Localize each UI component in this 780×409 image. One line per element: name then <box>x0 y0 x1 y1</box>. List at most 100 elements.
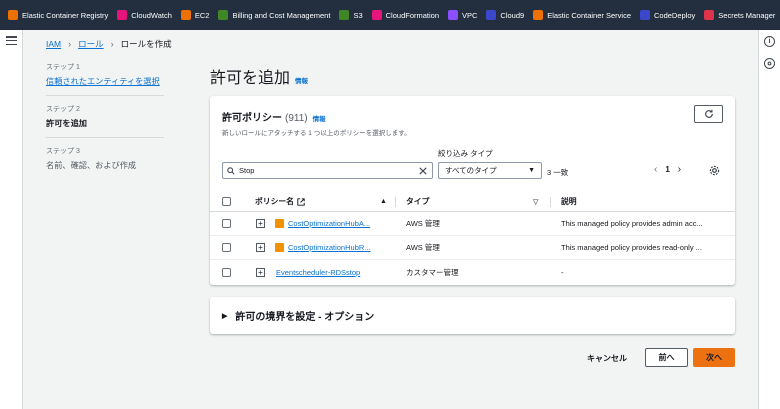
favorite-s3[interactable]: S3 <box>339 10 363 20</box>
left-rail <box>0 30 23 409</box>
step-number: ステップ 2 <box>46 106 80 113</box>
chevron-right-icon: › <box>110 39 114 49</box>
gear-icon[interactable] <box>709 165 720 178</box>
step-number: ステップ 3 <box>46 148 80 155</box>
permissions-boundary-expander[interactable]: ▶ 許可の境界を設定 - オプション <box>210 297 735 334</box>
favorite-cloudformation[interactable]: CloudFormation <box>371 10 439 20</box>
policy-count: (911) <box>285 113 308 124</box>
policies-table: ポリシー名 ▲ タイプ ▽ 説明 + CostOptimizationHubA.… <box>210 192 735 284</box>
codedeploy-icon <box>640 10 650 20</box>
favorite-label: Cloud9 <box>500 10 525 20</box>
favorite-label: Billing and Cost Management <box>232 10 331 20</box>
policy-description: This managed policy provides read-only .… <box>561 243 702 252</box>
sort-ascending-icon[interactable]: ▲ <box>380 198 387 205</box>
breadcrumb: IAM › ロール › ロールを作成 <box>46 38 172 50</box>
expand-icon[interactable]: + <box>256 219 265 228</box>
policy-type: AWS 管理 <box>406 219 440 228</box>
clear-icon[interactable] <box>417 165 429 177</box>
favorite-cloud9[interactable]: Cloud9 <box>486 10 524 20</box>
favorite-label: Elastic Container Registry <box>22 10 109 20</box>
refresh-icon <box>704 109 713 118</box>
vpc-icon <box>448 10 458 20</box>
match-count: 3 一致 <box>547 168 569 177</box>
info-link[interactable]: 情報 <box>295 75 308 85</box>
favorites-bar: Elastic Container Registry CloudWatch EC2 B… <box>0 0 780 30</box>
step-link-trusted-entity[interactable]: 信頼されたエンティティを選択 <box>46 75 164 87</box>
policy-type: AWS 管理 <box>406 243 440 252</box>
policy-name-link[interactable]: CostOptimizationHubR... <box>288 243 371 252</box>
cloudformation-icon <box>371 10 382 20</box>
current-page[interactable]: 1 <box>665 165 669 174</box>
breadcrumb-iam[interactable]: IAM <box>46 39 61 49</box>
policy-search-field[interactable] <box>222 162 433 179</box>
expand-icon[interactable]: + <box>256 267 265 277</box>
panel-description: 新しいロールにアタッチする 1 つ以上のポリシーを選択します。 <box>222 130 411 137</box>
search-input[interactable] <box>239 166 417 175</box>
step-label: 名前、確認、および作成 <box>46 161 137 170</box>
page-title: 許可を追加 情報 <box>210 64 308 88</box>
favorite-cloudwatch[interactable]: CloudWatch <box>117 10 172 20</box>
wizard-steps: ステップ 1 信頼されたエンティティを選択 ステップ 2 許可を追加 ステップ … <box>46 62 164 187</box>
favorite-ecs[interactable]: Elastic Container Service <box>533 10 631 20</box>
cancel-button[interactable]: キャンセル <box>581 349 633 367</box>
policy-name-link[interactable]: CostOptimizationHubA... <box>288 219 370 228</box>
filter-type-label: 絞り込み タイプ <box>438 149 493 158</box>
step-number: ステップ 1 <box>46 64 80 71</box>
previous-button[interactable]: 前へ <box>645 348 688 367</box>
select-all-checkbox[interactable] <box>222 197 231 206</box>
policy-name-link[interactable]: Eventscheduler-RDSstop <box>276 268 360 277</box>
panel-title: 許可ポリシー (911) 情報 <box>222 109 326 124</box>
favorite-ec2[interactable]: EC2 <box>180 10 210 20</box>
column-header-name-label: ポリシー名 <box>255 197 294 206</box>
external-link-icon <box>297 197 305 206</box>
ec2-icon <box>180 10 191 20</box>
permissions-policies-panel: 許可ポリシー (911) 情報 新しいロールにアタッチする 1 つ以上のポリシー… <box>210 96 735 285</box>
column-divider <box>395 196 396 207</box>
secrets-manager-icon <box>704 10 715 20</box>
info-panel-icon[interactable]: i <box>764 36 775 47</box>
panel-title-text: 許可ポリシー <box>222 113 282 124</box>
policy-description: This managed policy provides admin acc..… <box>561 219 703 228</box>
breadcrumb-roles[interactable]: ロール <box>78 38 104 50</box>
next-page-icon[interactable]: › <box>678 164 681 175</box>
pagination: ‹ 1 › <box>654 164 681 175</box>
column-header-description[interactable]: 説明 <box>561 196 577 207</box>
sort-icon[interactable]: ▽ <box>533 198 538 206</box>
aws-managed-icon <box>275 243 284 252</box>
settings-panel-icon[interactable] <box>764 58 775 69</box>
filter-type-value: すべてのタイプ <box>445 166 497 175</box>
favorite-label: VPC <box>462 10 478 20</box>
favorite-vpc[interactable]: VPC <box>448 10 477 20</box>
expand-icon[interactable]: + <box>256 243 265 252</box>
column-header-type[interactable]: タイプ <box>406 196 429 207</box>
next-button[interactable]: 次へ <box>693 348 735 367</box>
row-checkbox[interactable] <box>222 267 231 277</box>
menu-icon[interactable] <box>6 36 17 45</box>
favorite-secrets-manager[interactable]: Secrets Manager <box>704 10 775 20</box>
favorite-billing[interactable]: Billing and Cost Management <box>218 10 330 20</box>
favorite-label: CodeDeploy <box>654 10 696 20</box>
row-checkbox[interactable] <box>222 243 231 252</box>
row-checkbox[interactable] <box>222 219 231 228</box>
policy-description: - <box>561 267 564 277</box>
favorite-label: CloudWatch <box>131 10 172 20</box>
column-divider <box>550 196 551 207</box>
favorite-label: Secrets Manager <box>718 10 776 20</box>
favorite-codedeploy[interactable]: CodeDeploy <box>640 10 695 20</box>
table-row: + Eventscheduler-RDSstop カスタマー管理 - <box>210 260 735 284</box>
filter-type-select[interactable]: すべてのタイプ ▼ <box>438 162 542 179</box>
favorite-label: S3 <box>353 10 363 20</box>
step-1: ステップ 1 信頼されたエンティティを選択 <box>46 62 164 96</box>
table-row: + CostOptimizationHubA... AWS 管理 This ma… <box>210 212 735 236</box>
favorite-ecr[interactable]: Elastic Container Registry <box>8 10 108 20</box>
s3-icon <box>339 10 350 20</box>
caret-right-icon: ▶ <box>222 312 228 320</box>
billing-icon <box>218 10 229 20</box>
prev-page-icon[interactable]: ‹ <box>654 164 657 175</box>
info-link[interactable]: 情報 <box>313 113 326 123</box>
favorite-label: EC2 <box>194 10 210 20</box>
table-row: + CostOptimizationHubR... AWS 管理 This ma… <box>210 236 735 260</box>
refresh-button[interactable] <box>694 105 723 123</box>
caret-down-icon: ▼ <box>528 167 535 174</box>
column-header-name[interactable]: ポリシー名 <box>255 196 305 207</box>
